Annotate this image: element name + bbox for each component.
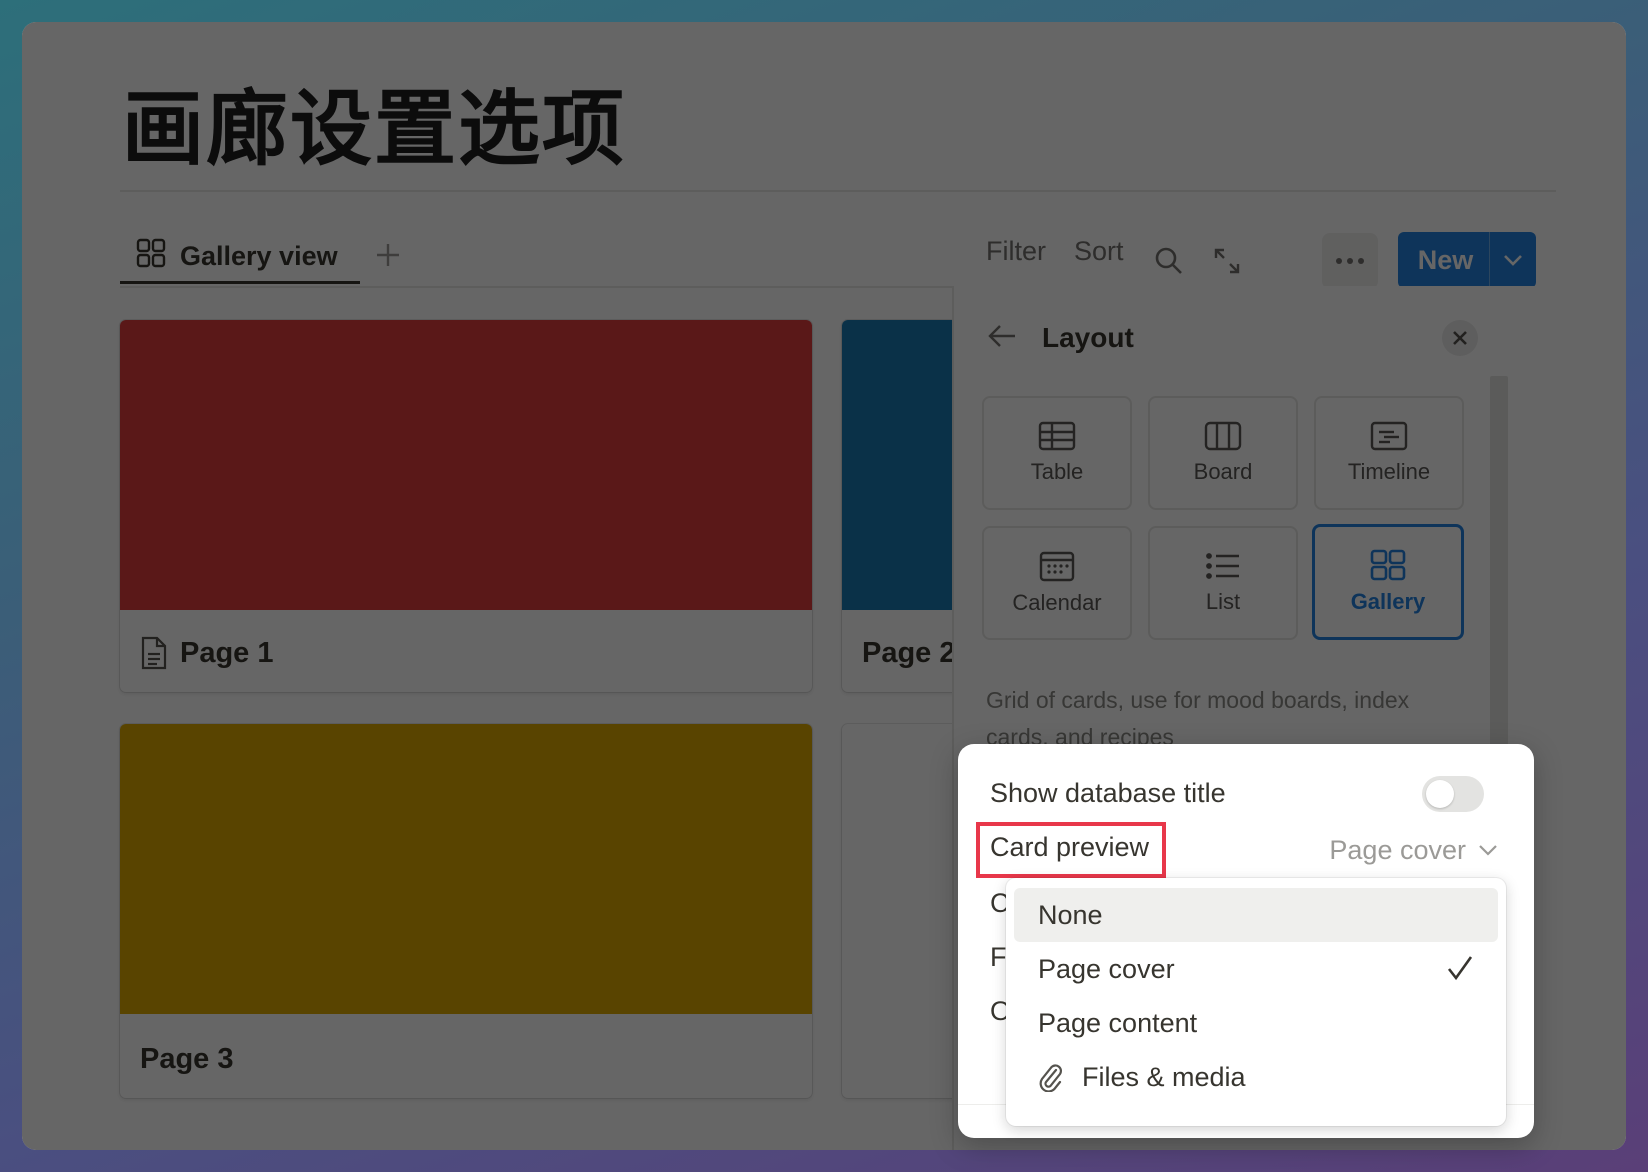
option-label: Page cover [1038, 953, 1175, 984]
layout-option-label: Table [1030, 459, 1084, 484]
chevron-down-icon [1479, 845, 1497, 856]
card-title: Page 3 [140, 1020, 234, 1098]
add-view-button[interactable] [366, 232, 410, 278]
layout-option-label: Gallery [1350, 589, 1426, 614]
layout-option-label: Timeline [1347, 459, 1431, 484]
layout-option-table[interactable]: Table [982, 396, 1132, 510]
tab-gallery-view[interactable]: Gallery view [120, 232, 360, 284]
close-icon [1453, 331, 1467, 345]
panel-title: Layout [1042, 322, 1134, 353]
card-title: Page 1 [140, 614, 274, 692]
calendar-icon [1039, 551, 1075, 582]
option-page-cover[interactable]: Page cover [1014, 942, 1498, 996]
card-cover [120, 320, 812, 610]
layout-option-gallery[interactable]: Gallery [1312, 524, 1464, 640]
layout-option-list[interactable]: List [1148, 526, 1298, 640]
card-cover [120, 724, 812, 1014]
layout-option-label: Calendar [1012, 590, 1102, 615]
option-label: Files & media [1082, 1061, 1246, 1092]
layout-option-board[interactable]: Board [1148, 396, 1298, 510]
card-label-text: Page 2 [862, 636, 956, 669]
chevron-down-icon [1504, 255, 1522, 266]
option-label: None [1038, 899, 1103, 930]
back-button[interactable] [982, 316, 1022, 356]
more-options-button[interactable] [1322, 233, 1378, 289]
new-button[interactable]: New [1398, 232, 1536, 288]
table-icon [1038, 421, 1076, 451]
new-dropdown-toggle[interactable] [1490, 254, 1536, 266]
card-title: Page 2 [862, 614, 956, 692]
gallery-card-page-3[interactable]: Page 3 [120, 724, 812, 1098]
list-icon [1206, 553, 1239, 579]
card-label-text: Page 1 [180, 636, 274, 669]
gallery-grid-icon [136, 238, 166, 275]
arrow-left-icon [988, 325, 1015, 347]
card-preview-dropdown: None Page cover Page content Files & med… [1006, 878, 1506, 1126]
layout-option-calendar[interactable]: Calendar [982, 526, 1132, 640]
card-preview-value: Page cover [1329, 834, 1466, 865]
option-none[interactable]: None [1014, 888, 1498, 942]
timeline-icon [1370, 421, 1408, 451]
toggle-knob [1426, 780, 1454, 808]
tab-label: Gallery view [180, 241, 338, 271]
page-title: 画廊设置选项 [122, 82, 627, 177]
sort-button[interactable]: Sort [1074, 236, 1124, 267]
layout-option-timeline[interactable]: Timeline [1314, 396, 1464, 510]
filter-button[interactable]: Filter [986, 236, 1046, 267]
page-icon [141, 636, 167, 670]
option-page-content[interactable]: Page content [1014, 996, 1498, 1050]
gallery-card-page-1[interactable]: Page 1 [120, 320, 812, 692]
card-preview-label: Card preview [990, 832, 1150, 862]
card-label-text: Page 3 [140, 1042, 234, 1075]
gallery-icon [1370, 549, 1406, 581]
board-icon [1204, 421, 1242, 451]
expand-button[interactable] [1208, 242, 1246, 280]
plus-icon [377, 244, 399, 266]
show-database-title-toggle[interactable] [1422, 776, 1484, 812]
paperclip-icon [1039, 1064, 1062, 1092]
new-button-label: New [1417, 244, 1474, 275]
card-preview-select[interactable]: Page cover [1329, 828, 1498, 872]
checkmark-icon [1447, 956, 1473, 981]
layout-option-label: Board [1193, 459, 1253, 484]
search-button[interactable] [1150, 242, 1188, 280]
option-files-media[interactable]: Files & media [1014, 1050, 1498, 1104]
ellipsis-icon [1336, 258, 1364, 264]
layout-option-label: List [1205, 589, 1241, 614]
title-divider [120, 190, 1556, 192]
close-button[interactable] [1442, 320, 1478, 356]
show-database-title-label: Show database title [990, 778, 1226, 808]
option-label: Page content [1038, 1007, 1198, 1038]
expand-icon [1214, 248, 1240, 274]
search-icon [1155, 247, 1182, 274]
